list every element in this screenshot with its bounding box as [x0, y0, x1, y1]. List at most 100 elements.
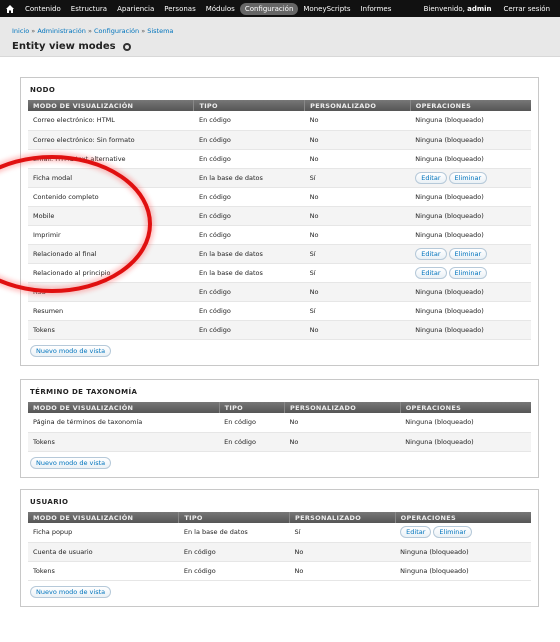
add-view-mode-button[interactable]: Nuevo modo de vista: [30, 456, 112, 469]
operations-cell: Ninguna (bloqueado): [395, 561, 531, 581]
admin-toolbar: Contenido Estructura Apariencia Personas Mód…: [0, 0, 560, 17]
breadcrumb-link[interactable]: Configuración: [94, 27, 139, 35]
operations-cell: Ninguna (bloqueado): [395, 542, 531, 562]
view-mode-type: En la base de datos: [193, 168, 305, 188]
section-usuario: USUARIO MODO DE VISUALIZACIÓN TIPO PERSONAL…: [20, 489, 539, 607]
home-icon[interactable]: [4, 3, 16, 15]
toolbar-item[interactable]: Informes: [356, 3, 397, 15]
operations-text: Ninguna (bloqueado): [415, 211, 484, 220]
column-header: PERSONALIZADO: [289, 512, 396, 523]
view-modes-table: MODO DE VISUALIZACIÓN TIPO PERSONALIZADO OP…: [28, 512, 531, 581]
table-row: Email: HTML text alternative En código No N…: [28, 149, 531, 169]
view-mode-custom: No: [304, 320, 411, 340]
page-header: Inicio » Administración » Configuración …: [0, 17, 560, 57]
column-header: TIPO: [178, 512, 291, 523]
breadcrumb-link[interactable]: Sistema: [147, 27, 173, 35]
view-mode-custom: No: [284, 432, 401, 452]
operations-cell: Ninguna (bloqueado): [410, 282, 531, 302]
view-mode-name: Email: HTML text alternative: [28, 149, 194, 169]
view-mode-name: RSS: [28, 282, 194, 302]
section-title: NODO: [30, 86, 56, 94]
table-row: Cuenta de usuario En código No Ninguna (blo…: [28, 542, 531, 562]
add-view-mode-button[interactable]: Nuevo modo de vista: [30, 344, 112, 357]
toolbar-item[interactable]: MoneyScripts: [298, 3, 355, 15]
table-row: Correo electrónico: Sin formato En código…: [28, 130, 531, 150]
view-mode-type: En código: [219, 413, 285, 433]
view-mode-name: Tokens: [28, 561, 179, 581]
table-row: Mobile En código No Ninguna (bloqueado): [28, 206, 531, 226]
column-header: TIPO: [193, 100, 306, 111]
view-mode-custom: Sí: [304, 168, 411, 188]
table-row: Contenido completo En código No Ninguna (bl…: [28, 187, 531, 207]
view-mode-name: Correo electrónico: HTML: [28, 111, 194, 131]
add-shortcut-icon[interactable]: [122, 42, 131, 51]
section-taxonomy-term: TÉRMINO DE TAXONOMÍA MODO DE VISUALIZACIÓ…: [20, 379, 539, 478]
edit-button[interactable]: Editar: [415, 247, 447, 260]
toolbar-item[interactable]: Contenido: [20, 3, 66, 15]
view-mode-name: Relacionado al principio: [28, 263, 194, 283]
breadcrumb-link[interactable]: Administración: [37, 27, 86, 35]
column-header: OPERACIONES: [400, 402, 531, 413]
operations-text: Ninguna (bloqueado): [400, 547, 469, 556]
view-mode-type: En código: [219, 432, 285, 452]
toolbar-item[interactable]: Estructura: [66, 3, 112, 15]
operations-text: Ninguna (bloqueado): [415, 230, 484, 239]
view-mode-custom: No: [304, 206, 411, 226]
view-mode-custom: No: [304, 187, 411, 207]
view-modes-table: MODO DE VISUALIZACIÓN TIPO PERSONALIZADO OP…: [28, 100, 531, 340]
edit-button[interactable]: Editar: [400, 526, 432, 539]
view-mode-type: En la base de datos: [178, 523, 290, 543]
view-mode-type: En código: [193, 111, 305, 131]
view-mode-custom: Sí: [304, 263, 411, 283]
column-header: PERSONALIZADO: [284, 402, 401, 413]
operations-cell: Ninguna (bloqueado): [410, 301, 531, 321]
operations-cell: Editar Eliminar: [410, 244, 531, 264]
view-mode-custom: No: [304, 225, 411, 245]
breadcrumb-link[interactable]: Inicio: [12, 27, 29, 35]
column-header: PERSONALIZADO: [304, 100, 411, 111]
operations-text: Ninguna (bloqueado): [415, 192, 484, 201]
edit-button[interactable]: Editar: [415, 171, 447, 184]
logout-link[interactable]: Cerrar sesión: [504, 5, 550, 13]
column-header: OPERACIONES: [410, 100, 531, 111]
view-mode-type: En código: [178, 561, 290, 581]
view-mode-name: Ficha popup: [28, 523, 179, 543]
column-header: MODO DE VISUALIZACIÓN: [28, 100, 195, 111]
operations-cell: Ninguna (bloqueado): [410, 320, 531, 340]
delete-button[interactable]: Eliminar: [448, 171, 488, 184]
toolbar-item[interactable]: Configuración: [239, 2, 299, 15]
delete-button[interactable]: Eliminar: [448, 247, 488, 260]
edit-button[interactable]: Editar: [415, 266, 447, 279]
delete-button[interactable]: Eliminar: [433, 526, 473, 539]
operations-text: Ninguna (bloqueado): [415, 325, 484, 334]
operations-cell: Ninguna (bloqueado): [400, 413, 531, 433]
toolbar-menu: Contenido Estructura Apariencia Personas Mód…: [20, 2, 424, 15]
section-title: TÉRMINO DE TAXONOMÍA: [30, 388, 138, 396]
table-row: Página de términos de taxonomía En código…: [28, 413, 531, 433]
view-mode-name: Resumen: [28, 301, 194, 321]
view-mode-type: En la base de datos: [193, 244, 305, 264]
username[interactable]: admin: [467, 5, 491, 13]
view-mode-type: En código: [193, 320, 305, 340]
table-row: Ficha modal En la base de datos Sí Editar El…: [28, 168, 531, 188]
table-row: Tokens En código No Ninguna (bloqueado): [28, 320, 531, 340]
operations-text: Ninguna (bloqueado): [415, 154, 484, 163]
add-view-mode-button[interactable]: Nuevo modo de vista: [30, 585, 112, 598]
operations-cell: Ninguna (bloqueado): [410, 130, 531, 150]
view-mode-name: Imprimir: [28, 225, 194, 245]
toolbar-item[interactable]: Módulos: [201, 3, 240, 15]
view-mode-type: En código: [193, 206, 305, 226]
table-row: Relacionado al principio En la base de da…: [28, 263, 531, 283]
view-mode-type: En código: [193, 187, 305, 207]
view-mode-custom: No: [284, 413, 401, 433]
column-header: MODO DE VISUALIZACIÓN: [28, 402, 220, 413]
view-mode-type: En código: [193, 225, 305, 245]
view-mode-type: En código: [193, 301, 305, 321]
view-mode-name: Tokens: [28, 432, 220, 452]
operations-text: Ninguna (bloqueado): [405, 418, 474, 427]
table-row: Tokens En código No Ninguna (bloqueado): [28, 432, 531, 452]
toolbar-item[interactable]: Apariencia: [112, 3, 159, 15]
operations-text: Ninguna (bloqueado): [415, 287, 484, 296]
delete-button[interactable]: Eliminar: [448, 266, 488, 279]
toolbar-item[interactable]: Personas: [159, 3, 200, 15]
